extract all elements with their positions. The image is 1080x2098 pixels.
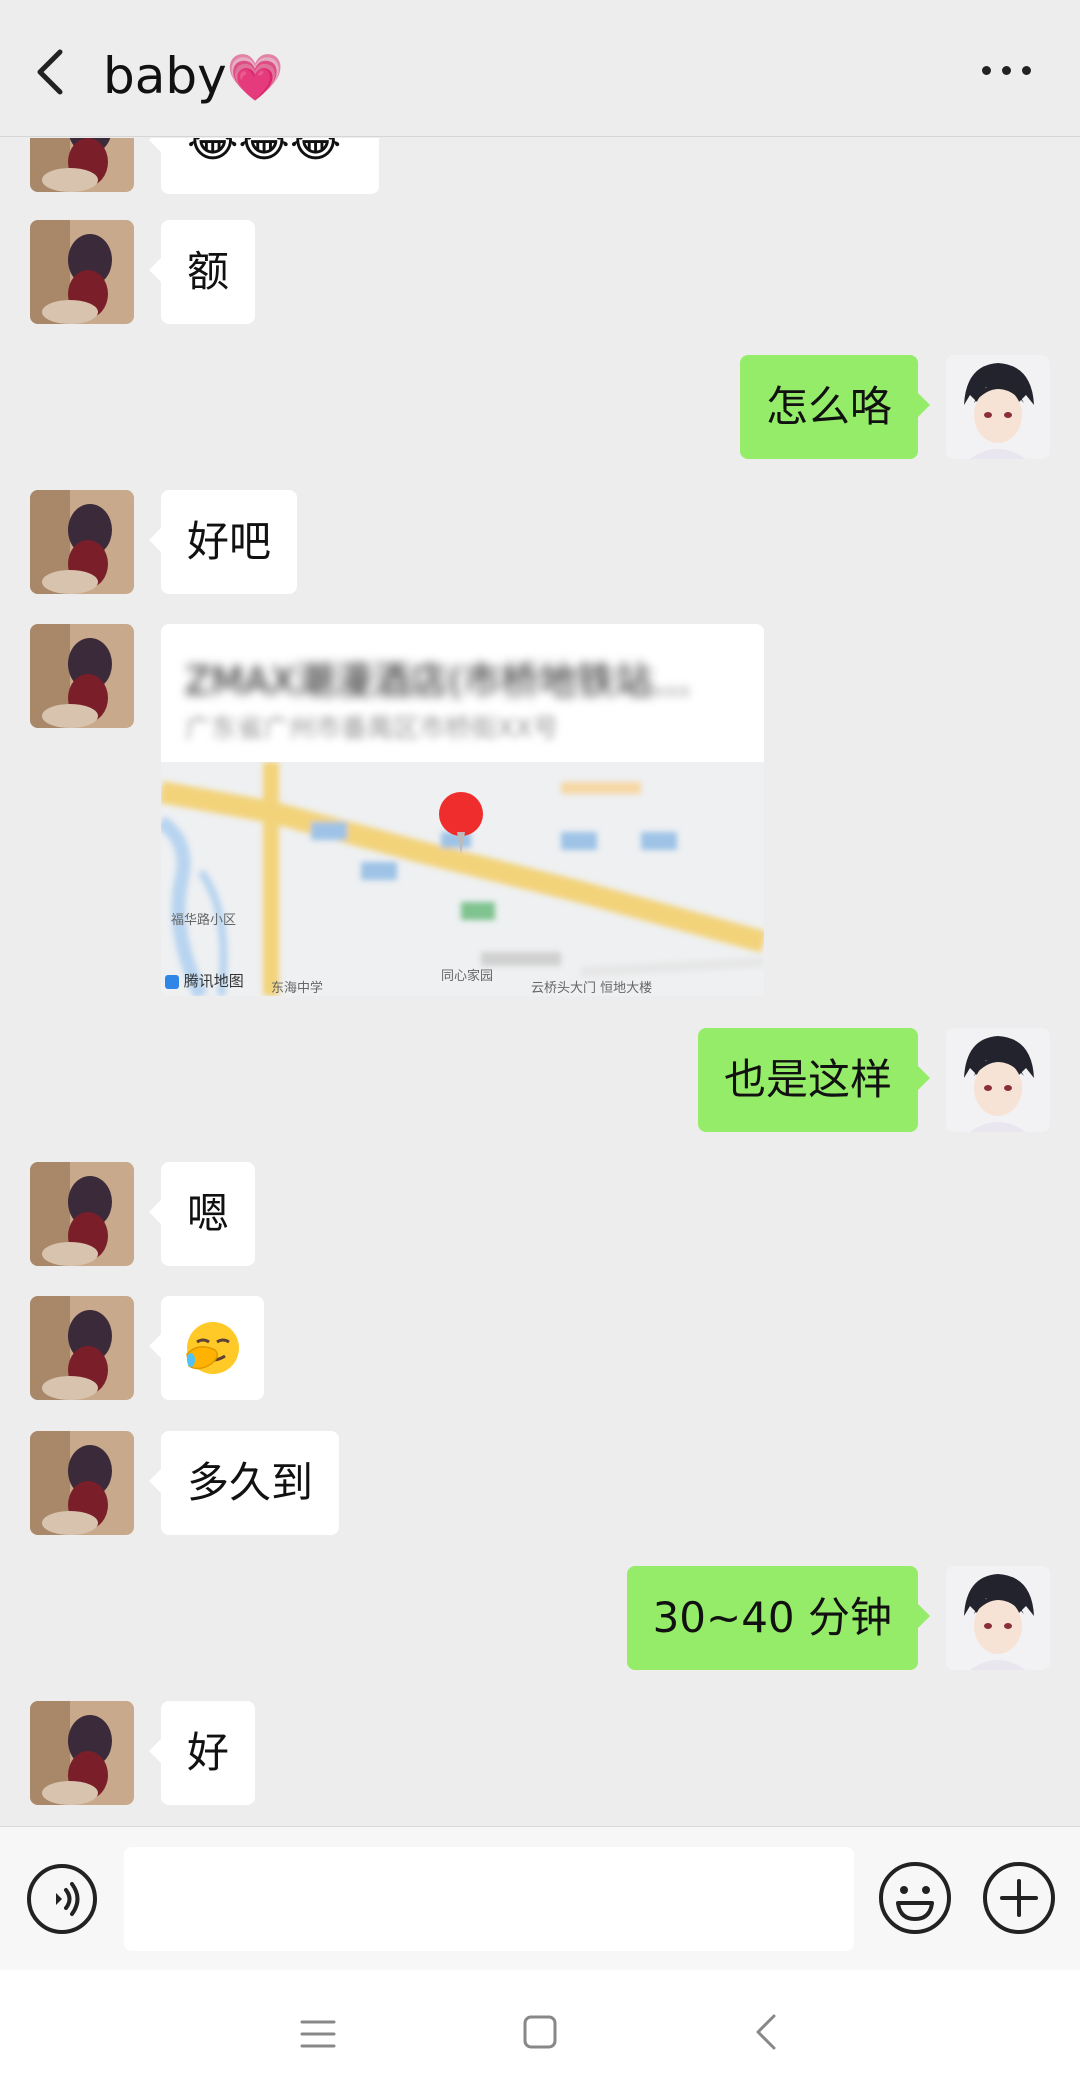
contact-avatar[interactable]	[30, 1162, 134, 1266]
message-text: 好吧	[187, 517, 272, 566]
message-list[interactable]: 😂😂😂 额 怎么咯 好吧 ZMAX潮漫酒店(市桥地铁站… 广东省广州市番禺区市桥…	[0, 138, 1080, 1826]
my-avatar[interactable]	[946, 1028, 1050, 1132]
my-avatar[interactable]	[946, 355, 1050, 459]
tencent-map-icon	[165, 974, 179, 989]
chat-header: baby💗	[0, 0, 1080, 137]
map-attribution-text: 腾讯地图	[183, 972, 244, 990]
system-navbar	[0, 1970, 1080, 2098]
location-card[interactable]: ZMAX潮漫酒店(市桥地铁站… 广东省广州市番禺区市桥街XX号 福华路小区 东海…	[161, 624, 764, 996]
message-text: 额	[187, 247, 230, 296]
map-thumbnail: 福华路小区 东海中学 同心家园 云桥头大门 恒地大楼	[161, 762, 764, 996]
message-bubble-sent[interactable]: 30~40 分钟	[626, 1566, 931, 1670]
heart-emoji: 💗	[226, 50, 284, 104]
smiley-icon[interactable]	[878, 1861, 952, 1935]
message-text: 嗯	[187, 1189, 230, 1238]
location-title: ZMAX潮漫酒店(市桥地铁站…	[185, 659, 691, 703]
menu-icon[interactable]	[300, 2018, 336, 2050]
message-input[interactable]	[124, 1847, 854, 1951]
message-bubble-sent[interactable]: 也是这样	[697, 1028, 931, 1132]
message-bubble[interactable]: 好吧	[148, 490, 298, 594]
svg-text:云桥头大门 恒地大楼: 云桥头大门 恒地大楼	[531, 981, 652, 996]
message-bubble[interactable]: 好	[148, 1701, 256, 1805]
facepalm-emoji-icon	[186, 1322, 239, 1374]
contact-avatar[interactable]	[30, 1431, 134, 1535]
home-square-icon[interactable]	[522, 2014, 558, 2050]
contact-avatar[interactable]	[30, 1701, 134, 1805]
message-text: 好	[187, 1728, 230, 1777]
chat-title: baby💗	[103, 46, 284, 107]
message-bubble-sent[interactable]: 怎么咯	[739, 355, 931, 459]
emoji-text: 😂😂😂	[187, 138, 342, 167]
message-bubble-emoji[interactable]: 😂😂😂	[149, 138, 379, 194]
svg-text:东海中学: 东海中学	[271, 980, 323, 996]
chevron-left-icon[interactable]	[28, 44, 74, 100]
message-bubble[interactable]: 多久到	[148, 1431, 340, 1535]
map-attribution: 腾讯地图	[165, 970, 244, 991]
back-triangle-icon[interactable]	[752, 2012, 782, 2052]
input-bar	[0, 1826, 1080, 1970]
contact-avatar[interactable]	[30, 138, 134, 192]
message-bubble-emoji[interactable]: 🤦	[149, 1296, 264, 1400]
my-avatar[interactable]	[946, 1566, 1050, 1670]
message-text: 也是这样	[723, 1055, 892, 1104]
svg-text:同心家园: 同心家园	[441, 968, 493, 984]
contact-avatar[interactable]	[30, 1296, 134, 1400]
svg-text:福华路小区: 福华路小区	[171, 912, 236, 928]
contact-avatar[interactable]	[30, 490, 134, 594]
contact-avatar[interactable]	[30, 624, 134, 728]
plus-circle-icon[interactable]	[982, 1861, 1056, 1935]
message-bubble[interactable]: 嗯	[148, 1162, 256, 1266]
message-bubble[interactable]: 额	[148, 220, 256, 324]
contact-avatar[interactable]	[30, 220, 134, 324]
message-text: 30~40 分钟	[652, 1593, 892, 1642]
message-text: 多久到	[187, 1458, 314, 1507]
voice-icon[interactable]	[26, 1863, 98, 1935]
contact-name: baby	[103, 47, 227, 105]
location-address: 广东省广州市番禺区市桥街XX号	[185, 714, 559, 744]
message-text: 怎么咯	[765, 382, 892, 431]
more-dots-icon[interactable]	[980, 58, 1034, 82]
